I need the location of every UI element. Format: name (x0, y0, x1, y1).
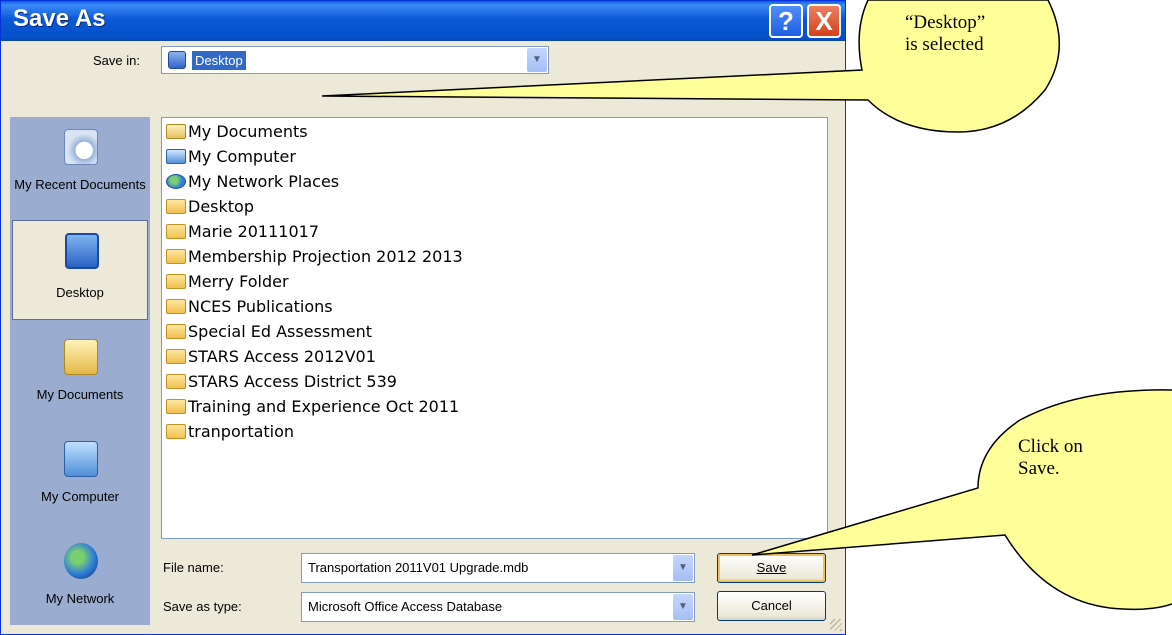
close-button[interactable]: X (807, 4, 841, 38)
file-list[interactable]: My Documents My Computer My Network Plac… (161, 117, 828, 539)
my-documents-icon (166, 124, 186, 139)
place-my-documents[interactable]: My Documents (12, 327, 148, 427)
chevron-down-icon[interactable]: ▼ (673, 594, 693, 620)
desktop-icon (65, 233, 99, 269)
my-network-places-icon (166, 174, 186, 189)
list-item[interactable]: Membership Projection 2012 2013 (166, 245, 463, 269)
list-item[interactable]: My Network Places (166, 170, 339, 194)
list-item[interactable]: STARS Access 2012V01 (166, 345, 376, 369)
recent-documents-icon (64, 129, 98, 165)
place-label: My Computer (40, 489, 120, 504)
file-name-label: File name: (163, 560, 224, 575)
chevron-down-icon[interactable]: ▼ (673, 555, 693, 581)
place-label: Desktop (56, 285, 104, 300)
list-item[interactable]: STARS Access District 539 (166, 370, 397, 394)
new-folder-icon[interactable] (623, 83, 641, 99)
title-bar[interactable]: Save As ? X (1, 1, 845, 41)
folder-icon (166, 374, 186, 389)
list-item[interactable]: tranportation (166, 420, 294, 444)
desktop-icon (168, 51, 186, 69)
my-network-icon (64, 543, 98, 579)
chevron-down-icon[interactable]: ▼ (527, 48, 547, 72)
up-folder-icon[interactable] (599, 83, 617, 99)
places-bar: My Recent Documents Desktop My Documents… (10, 117, 150, 625)
save-in-dropdown[interactable]: Desktop ▼ (161, 46, 549, 74)
folder-icon (166, 399, 186, 414)
callout-save-text: Click on Save. (1018, 436, 1083, 479)
place-my-network[interactable]: My Network (12, 531, 148, 631)
my-computer-icon (166, 149, 186, 164)
list-item[interactable]: Merry Folder (166, 270, 289, 294)
save-in-value: Desktop (192, 51, 246, 70)
folder-icon (166, 249, 186, 264)
back-icon[interactable] (571, 83, 587, 99)
save-as-type-value: Microsoft Office Access Database (308, 599, 503, 614)
list-item[interactable]: NCES Publications (166, 295, 333, 319)
folder-icon (166, 199, 186, 214)
place-label: My Network (45, 591, 115, 606)
save-as-dialog: Save As ? X Save in: Desktop ▼ My Recent… (0, 0, 846, 635)
list-item[interactable]: Marie 20111017 (166, 220, 319, 244)
window-title: Save As (13, 5, 106, 32)
list-item[interactable]: My Computer (166, 145, 296, 169)
place-label: My Documents (36, 387, 124, 402)
folder-icon (166, 324, 186, 339)
list-item[interactable]: Special Ed Assessment (166, 320, 372, 344)
cancel-button[interactable]: Cancel (717, 591, 826, 621)
place-label: My Recent Documents (14, 177, 146, 192)
folder-icon (166, 299, 186, 314)
folder-icon (166, 274, 186, 289)
resize-grip[interactable] (830, 619, 842, 631)
my-documents-icon (64, 339, 98, 375)
save-as-type-dropdown[interactable]: Microsoft Office Access Database ▼ (301, 592, 695, 622)
place-my-recent-documents[interactable]: My Recent Documents (12, 117, 148, 217)
place-my-computer[interactable]: My Computer (12, 429, 148, 529)
file-name-value: Transportation 2011V01 Upgrade.mdb (308, 560, 529, 575)
list-item[interactable]: My Documents (166, 120, 308, 144)
folder-icon (166, 224, 186, 239)
views-menu-icon[interactable] (669, 83, 687, 99)
list-item[interactable]: Training and Experience Oct 2011 (166, 395, 459, 419)
help-button[interactable]: ? (769, 4, 803, 38)
folder-icon (166, 424, 186, 439)
my-computer-icon (64, 441, 98, 477)
list-item[interactable]: Desktop (166, 195, 254, 219)
save-in-label: Save in: (93, 53, 140, 68)
file-name-input[interactable]: Transportation 2011V01 Upgrade.mdb ▼ (301, 553, 695, 583)
callout-desktop-text: “Desktop” is selected (905, 12, 986, 55)
save-button[interactable]: Save (717, 553, 826, 583)
save-as-type-label: Save as type: (163, 599, 242, 614)
place-desktop[interactable]: Desktop (12, 220, 148, 320)
folder-icon (166, 349, 186, 364)
